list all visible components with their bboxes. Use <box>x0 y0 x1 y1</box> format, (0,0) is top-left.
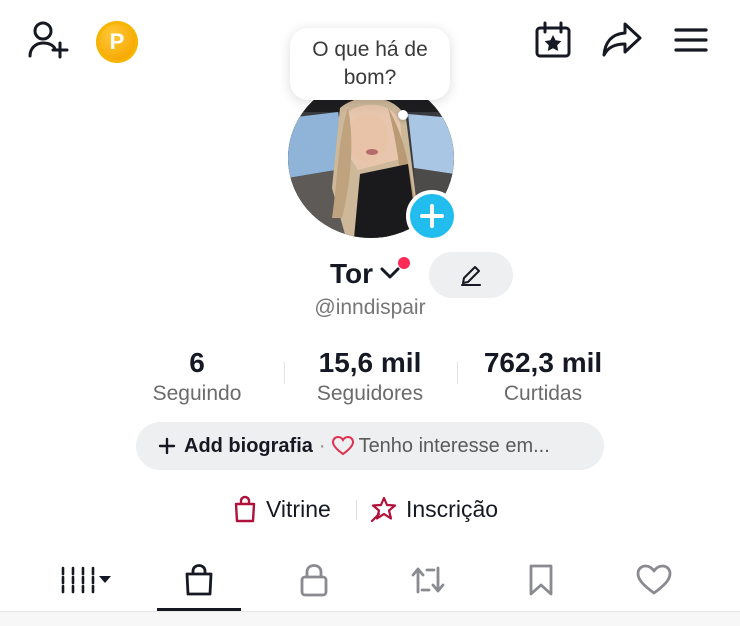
add-bio-label: Add biografia <box>184 434 313 457</box>
bubble-tail-dot <box>398 110 408 120</box>
status-bubble-text: O que há de bom? <box>312 38 428 89</box>
coin-button[interactable]: P <box>96 21 138 63</box>
bio-separator: · <box>318 434 326 457</box>
edit-profile-button[interactable] <box>429 252 513 298</box>
content-area-top <box>0 612 740 626</box>
stat-value: 6 <box>189 347 205 378</box>
plus-icon <box>420 204 444 228</box>
profile-handle: @inndispair <box>314 296 426 319</box>
stat-value: 762,3 mil <box>483 347 603 378</box>
stat-divider <box>284 362 285 384</box>
vitrine-link[interactable]: Vitrine <box>232 492 331 526</box>
shopping-bag-icon <box>185 564 213 596</box>
shopping-bag-icon <box>234 495 256 523</box>
grid-filter-icon <box>61 566 111 594</box>
shop-divider <box>356 500 357 520</box>
tab-reposts[interactable] <box>386 554 470 606</box>
menu-button[interactable] <box>668 18 714 62</box>
content-tabs <box>0 554 740 612</box>
share-icon <box>602 22 642 57</box>
heart-outline-icon <box>331 436 354 456</box>
add-friend-icon <box>28 21 69 59</box>
inscricao-label: Inscrição <box>406 495 499 522</box>
repost-icon <box>411 566 445 594</box>
tab-videos[interactable] <box>44 554 128 606</box>
stat-following[interactable]: 6 Seguindo <box>140 346 254 408</box>
pencil-icon <box>461 266 481 286</box>
stat-likes[interactable]: 762,3 mil Curtidas <box>468 346 618 408</box>
tab-liked[interactable] <box>612 554 696 606</box>
stat-divider <box>457 362 458 384</box>
lock-icon <box>300 564 328 597</box>
profile-name[interactable]: Tor <box>330 258 373 290</box>
stat-label: Seguindo <box>152 382 242 405</box>
chevron-down-icon[interactable] <box>380 266 400 280</box>
bio-pill[interactable]: Add biografia · Tenho interesse em... <box>136 422 604 470</box>
tab-saved[interactable] <box>499 554 583 606</box>
calendar-star-icon <box>535 21 571 58</box>
calendar-button[interactable] <box>530 18 576 62</box>
stat-value: 15,6 mil <box>318 347 422 378</box>
inscricao-link[interactable]: Inscrição <box>370 492 498 526</box>
stat-followers[interactable]: 15,6 mil Seguidores <box>300 346 440 408</box>
stat-label: Seguidores <box>316 382 424 405</box>
coin-icon: P <box>109 29 125 54</box>
add-friend-button[interactable] <box>26 18 72 62</box>
status-bubble[interactable]: O que há de bom? <box>290 28 450 100</box>
plus-icon <box>158 437 176 455</box>
vitrine-label: Vitrine <box>266 495 331 522</box>
tab-shop[interactable] <box>157 554 241 606</box>
bookmark-icon <box>529 564 553 596</box>
menu-icon <box>674 28 708 52</box>
heart-icon <box>636 564 672 595</box>
tab-private[interactable] <box>272 554 356 606</box>
share-button[interactable] <box>598 18 646 62</box>
shop-row: Vitrine Inscrição <box>0 492 740 526</box>
notification-dot <box>398 257 410 269</box>
add-story-button[interactable] <box>406 190 458 242</box>
subscription-star-icon <box>370 496 397 523</box>
interest-label: Tenho interesse em... <box>358 434 550 457</box>
name-row: Tor <box>0 252 740 298</box>
stat-label: Curtidas <box>503 382 583 405</box>
